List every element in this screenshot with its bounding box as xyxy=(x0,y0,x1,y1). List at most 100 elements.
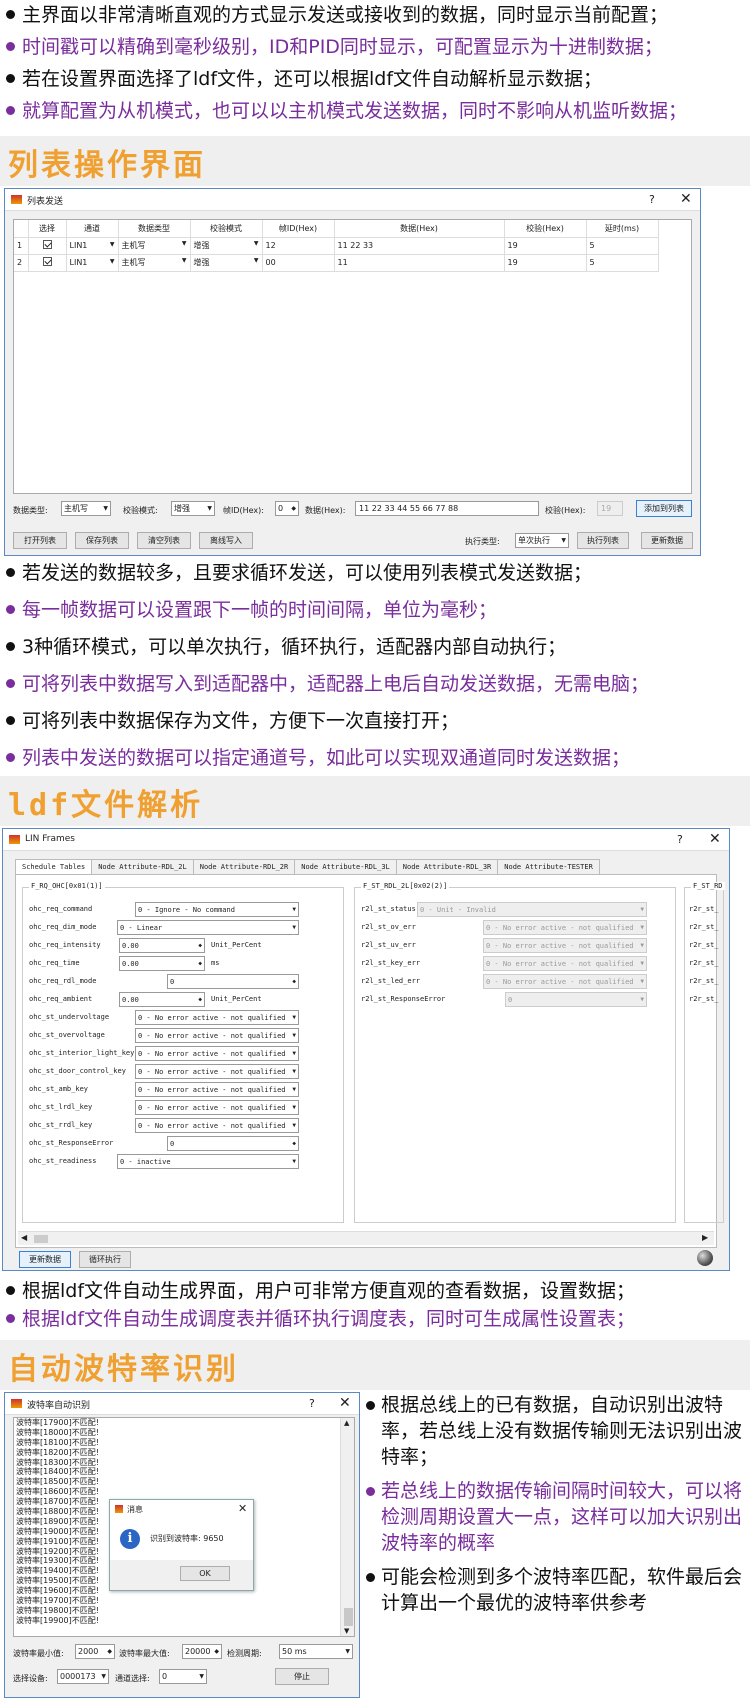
offline-write-button[interactable]: 离线写入 xyxy=(199,532,253,549)
signal-spin[interactable]: 0.00 ◆ xyxy=(119,992,205,1007)
help-icon[interactable]: ? xyxy=(309,1397,315,1410)
close-icon[interactable]: ✕ xyxy=(339,1395,351,1411)
signal-select[interactable]: 0 - No error active - not qualified ▼ xyxy=(135,1046,299,1061)
close-icon[interactable]: ✕ xyxy=(680,191,692,207)
close-icon[interactable]: ✕ xyxy=(709,831,721,847)
min-baud-spin[interactable]: 2000 ◆ xyxy=(75,1644,115,1659)
clear-list-button[interactable]: 清空列表 xyxy=(137,532,191,549)
scrollbar-thumb[interactable] xyxy=(344,1608,353,1626)
update-data-button[interactable]: 更新数据 xyxy=(19,1251,71,1268)
loop-run-button[interactable]: 循环执行 xyxy=(79,1251,131,1268)
title-bar[interactable]: LIN Frames ? ✕ xyxy=(3,829,729,851)
title-bar[interactable]: 波特率自动识别 ? ✕ xyxy=(5,1393,359,1415)
delay-cell[interactable]: 5 xyxy=(586,237,659,255)
stop-button[interactable]: 停止 xyxy=(275,1668,329,1685)
table-row[interactable]: 1 LIN1 ▼ 主机写 ▼ 增强 ▼ 12 11 22 33 19 5 xyxy=(14,237,659,255)
col-header-select[interactable]: 选择 xyxy=(28,220,67,238)
table-row[interactable]: 2 LIN1 ▼ 主机写 ▼ 增强 ▼ 00 11 19 5 xyxy=(14,254,659,272)
signal-select[interactable]: 0 - No error active - not qualified ▼ xyxy=(135,1010,299,1025)
channel-cell[interactable]: LIN1 ▼ xyxy=(66,254,119,272)
col-header-frame-id[interactable]: 帧ID(Hex) xyxy=(262,220,335,238)
scroll-up-icon[interactable]: ▲ xyxy=(344,1418,349,1428)
check-cell[interactable]: 增强 ▼ xyxy=(190,237,263,255)
tab-node-tester[interactable]: Node Attribute-TESTER xyxy=(497,859,600,874)
save-list-button[interactable]: 保存列表 xyxy=(75,532,129,549)
close-icon[interactable]: ✕ xyxy=(238,1502,247,1515)
id-spin[interactable]: 0 ◆ xyxy=(275,501,299,516)
bullet-item: 主界面以非常清晰直观的方式显示发送或接收到的数据，同时显示当前配置； xyxy=(6,4,746,36)
type-cell[interactable]: 主机写 ▼ xyxy=(118,237,191,255)
spin-arrows-icon: ◆ xyxy=(198,942,202,949)
frame-id-cell[interactable]: 00 xyxy=(262,254,335,272)
add-to-list-button[interactable]: 添加到列表 xyxy=(636,500,692,517)
spin-arrows-icon: ◆ xyxy=(292,1140,296,1147)
signal-select[interactable]: 0 - No error active - not qualified ▼ xyxy=(135,1082,299,1097)
col-header-check[interactable]: 校验模式 xyxy=(190,220,263,238)
delay-cell[interactable]: 5 xyxy=(586,254,659,272)
scroll-down-icon[interactable]: ▼ xyxy=(344,1626,349,1636)
tab-node-rdl-2r[interactable]: Node Attribute-RDL_2R xyxy=(192,859,296,874)
scroll-left-icon[interactable]: ◀ xyxy=(21,1233,27,1242)
bullet-dot-icon xyxy=(6,642,15,651)
col-header-data[interactable]: 数据(Hex) xyxy=(334,220,505,238)
help-icon[interactable]: ? xyxy=(677,833,683,846)
send-list-grid[interactable]: 选择 通道 数据类型 校验模式 帧ID(Hex) 数据(Hex) 校验(Hex)… xyxy=(13,219,692,494)
channel-select[interactable]: 0 ▼ xyxy=(159,1669,207,1684)
checksum-cell[interactable]: 19 xyxy=(504,237,587,255)
data-cell[interactable]: 11 xyxy=(334,254,505,272)
log-line: 波特率[19900]不匹配! xyxy=(16,1615,99,1625)
signal-select[interactable]: 0 - No error active - not qualified ▼ xyxy=(135,1028,299,1043)
run-list-button[interactable]: 执行列表 xyxy=(577,532,629,549)
signal-label: r2r_st_ xyxy=(689,941,719,949)
period-select[interactable]: 50 ms ▼ xyxy=(279,1644,353,1659)
ok-button[interactable]: OK xyxy=(180,1566,230,1581)
col-header-type[interactable]: 数据类型 xyxy=(118,220,191,238)
signal-spin[interactable]: 0 ◆ xyxy=(167,1136,299,1151)
col-header-channel[interactable]: 通道 xyxy=(66,220,119,238)
group-title: F_ST_RDL_2L[0x02(2)] xyxy=(361,882,450,890)
type-select[interactable]: 主机写 ▼ xyxy=(61,501,111,516)
signal-select[interactable]: 0 - Linear ▼ xyxy=(117,920,299,935)
check-cell[interactable]: 增强 ▼ xyxy=(190,254,263,272)
frame-id-cell[interactable]: 12 xyxy=(262,237,335,255)
tab-schedule-tables[interactable]: Schedule Tables xyxy=(15,859,93,874)
open-list-button[interactable]: 打开列表 xyxy=(13,532,67,549)
signal-label: ohc_req_time xyxy=(29,959,80,967)
type-cell[interactable]: 主机写 ▼ xyxy=(118,254,191,272)
signal-select[interactable]: 0 - No error active - not qualified ▼ xyxy=(135,1100,299,1115)
scroll-right-icon[interactable]: ▶ xyxy=(702,1233,708,1242)
update-data-button[interactable]: 更新数据 xyxy=(641,532,693,549)
signal-select[interactable]: 0 - inactive ▼ xyxy=(117,1154,299,1169)
data-input[interactable]: 11 22 33 44 55 66 77 88 xyxy=(355,501,539,516)
tab-node-rdl-3l[interactable]: Node Attribute-RDL_3L xyxy=(294,859,397,874)
help-icon[interactable]: ? xyxy=(649,193,655,206)
check-select[interactable]: 增强 ▼ xyxy=(171,501,215,516)
channel-label: 通道选择: xyxy=(115,1674,150,1683)
chevron-down-icon: ▼ xyxy=(292,1050,296,1057)
signal-select[interactable]: 0 - No error active - not qualified ▼ xyxy=(135,1118,299,1133)
max-baud-spin[interactable]: 20000 ◆ xyxy=(182,1644,222,1659)
signal-select[interactable]: 0 - No error active - not qualified ▼ xyxy=(135,1064,299,1079)
tab-node-rdl-3r[interactable]: Node Attribute-RDL_3R xyxy=(395,859,499,874)
app-icon xyxy=(11,195,22,204)
tab-node-rdl-2l[interactable]: Node Attribute-RDL_2L xyxy=(91,859,194,874)
device-select[interactable]: 0000173 ▼ xyxy=(57,1669,109,1684)
title-bar[interactable]: 列表发送 ? ✕ xyxy=(5,189,700,211)
horizontal-scrollbar[interactable]: ◀ ▶ xyxy=(18,1231,714,1245)
channel-cell[interactable]: LIN1 ▼ xyxy=(66,237,119,255)
row-checkbox[interactable] xyxy=(42,240,52,249)
vertical-scrollbar[interactable]: ▲ ▼ xyxy=(340,1418,354,1636)
row-checkbox[interactable] xyxy=(42,257,52,266)
scrollbar-thumb[interactable] xyxy=(34,1235,48,1243)
signal-spin[interactable]: 0 ◆ xyxy=(167,974,299,989)
dialog-title-bar[interactable]: 消息 ✕ xyxy=(110,1500,253,1518)
signal-spin[interactable]: 0.00 ◆ xyxy=(119,956,205,971)
checksum-cell[interactable]: 19 xyxy=(504,254,587,272)
col-header-delay[interactable]: 延时(ms) xyxy=(586,220,659,238)
data-cell[interactable]: 11 22 33 xyxy=(334,237,505,255)
exec-type-select[interactable]: 单次执行 ▼ xyxy=(515,533,569,548)
bullet-dot-icon xyxy=(6,753,15,762)
signal-select[interactable]: 0 - Ignore - No command ▼ xyxy=(135,902,299,917)
col-header-checksum[interactable]: 校验(Hex) xyxy=(504,220,587,238)
signal-spin[interactable]: 0.00 ◆ xyxy=(119,938,205,953)
